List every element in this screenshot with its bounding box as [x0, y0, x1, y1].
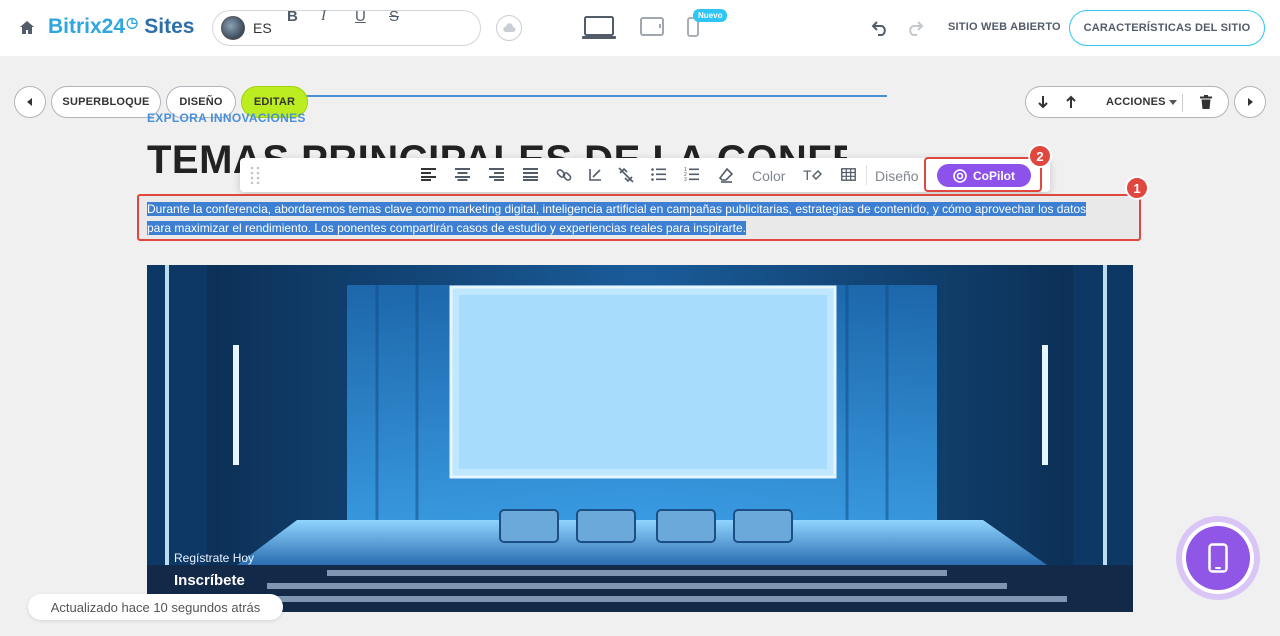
copilot-button[interactable]: CoPilot	[937, 164, 1031, 187]
caret-left-icon	[27, 98, 32, 106]
caret-right-icon	[1248, 98, 1253, 106]
stage-illustration	[147, 265, 1133, 612]
design-toolbar-button[interactable]: Diseño	[875, 168, 919, 184]
underline-icon[interactable]: U	[355, 8, 366, 25]
chevron-down-icon	[1169, 100, 1177, 105]
color-button[interactable]: Color	[752, 168, 785, 184]
edit-link-icon[interactable]	[587, 167, 603, 183]
tablet-icon[interactable]	[640, 17, 664, 37]
open-site-link[interactable]: SITIO WEB ABIERTO	[948, 21, 1061, 33]
divider	[1182, 94, 1183, 112]
italic-icon[interactable]: I	[321, 8, 326, 25]
home-icon[interactable]	[18, 19, 36, 37]
selected-paragraph[interactable]: Durante la conferencia, abordaremos tema…	[147, 200, 1132, 238]
register-caption: Regístrate Hoy	[174, 551, 255, 565]
actions-menu[interactable]: ACCIONES	[1106, 96, 1166, 108]
paragraph-line-2: para maximizar el rendimiento. Los ponen…	[147, 221, 746, 235]
superblock-button[interactable]: SUPERBLOQUE	[51, 86, 161, 118]
laptop-icon[interactable]	[582, 16, 616, 40]
bold-icon[interactable]: B	[287, 8, 298, 25]
cloud-icon	[503, 23, 516, 32]
trash-icon[interactable]	[1200, 95, 1212, 109]
app-logo[interactable]: Bitrix24 ◷ Sites	[48, 14, 195, 39]
cloud-button[interactable]	[496, 15, 522, 41]
fab-core	[1186, 526, 1250, 590]
logo-sites: Sites	[144, 15, 195, 38]
logo-brand: Bitrix24	[48, 15, 126, 38]
fab-ring	[1182, 522, 1254, 594]
align-center-icon[interactable]	[455, 168, 470, 181]
bullet-list-icon[interactable]	[651, 168, 666, 181]
language-select[interactable]: ES	[212, 10, 481, 46]
step-badge-2: 2	[1028, 144, 1052, 168]
align-justify-icon[interactable]	[523, 168, 538, 181]
link-icon[interactable]	[556, 167, 572, 183]
arrow-down-icon[interactable]	[1038, 95, 1048, 109]
numbered-list-icon[interactable]: 123	[684, 167, 699, 182]
step-badge-1: 1	[1125, 176, 1149, 200]
align-right-icon[interactable]	[489, 168, 504, 181]
smartphone-icon	[1208, 543, 1228, 573]
arrow-up-icon[interactable]	[1066, 95, 1076, 109]
table-icon[interactable]	[841, 168, 856, 181]
mobile-preview-fab[interactable]	[1176, 516, 1260, 600]
copilot-icon	[953, 168, 967, 183]
strikethrough-icon[interactable]: S	[389, 8, 399, 25]
clock-icon: ◷	[126, 14, 139, 30]
svg-text:3: 3	[684, 177, 687, 182]
autosave-status: Actualizado hace 10 segundos atrás	[28, 594, 283, 620]
redo-icon[interactable]	[906, 20, 924, 36]
undo-icon[interactable]	[871, 20, 889, 36]
site-features-button[interactable]: CARACTERÍSTICAS DEL SITIO	[1069, 10, 1265, 46]
drag-handle-icon[interactable]	[250, 166, 260, 184]
new-badge: Nuevo	[693, 9, 728, 22]
move-left-button[interactable]	[14, 86, 46, 118]
section-eyebrow: EXPLORA INNOVACIONES	[147, 111, 306, 125]
align-left-icon[interactable]	[421, 168, 436, 181]
signup-link[interactable]: Inscríbete	[174, 572, 245, 589]
block-actions-group: ACCIONES	[1025, 86, 1229, 118]
text-color-icon[interactable]: T	[803, 167, 823, 183]
top-bar: Bitrix24 ◷ Sites ES Nuevo SITIO WEB ABIE…	[0, 0, 1280, 56]
eraser-icon[interactable]	[718, 167, 734, 183]
copilot-label: CoPilot	[973, 168, 1015, 183]
flag-icon	[221, 16, 245, 40]
toolbar-divider	[866, 165, 867, 185]
conference-stage-image[interactable]	[147, 265, 1133, 612]
block-selection-line	[287, 95, 887, 97]
svg-text:T: T	[803, 167, 812, 183]
paragraph-line-1: Durante la conferencia, abordaremos tema…	[147, 202, 1087, 216]
language-value: ES	[253, 20, 272, 36]
move-right-button[interactable]	[1234, 86, 1266, 118]
unlink-icon[interactable]	[618, 167, 634, 183]
